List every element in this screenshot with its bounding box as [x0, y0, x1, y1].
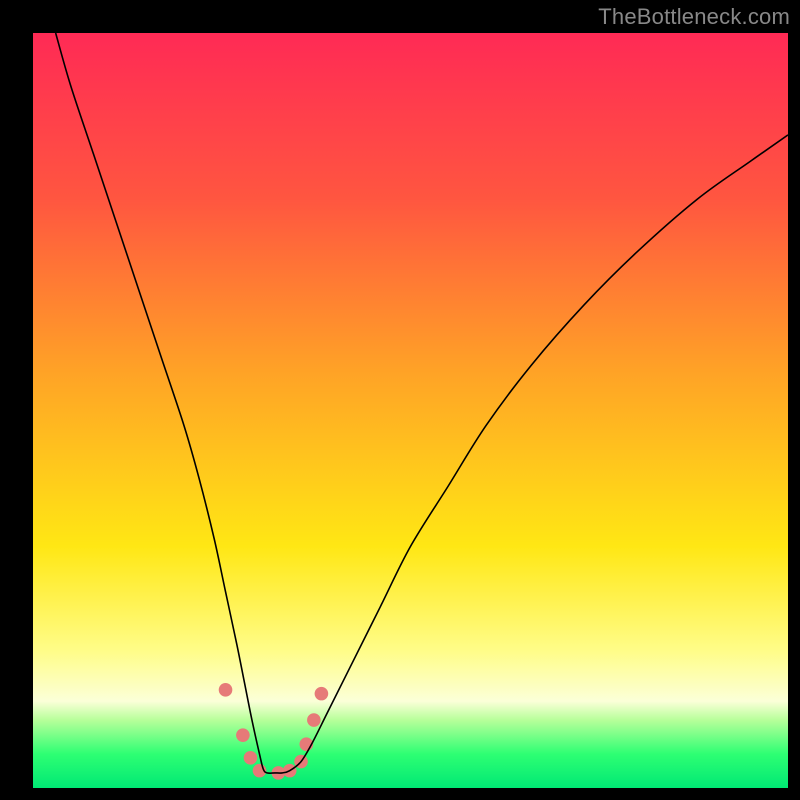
- chart-frame: TheBottleneck.com: [0, 0, 800, 800]
- curve-marker: [307, 713, 321, 727]
- curve-marker: [315, 687, 329, 701]
- curve-marker: [219, 683, 233, 697]
- plot-background: [33, 33, 788, 788]
- curve-marker: [236, 728, 250, 742]
- bottleneck-chart: [33, 33, 788, 788]
- curve-marker: [244, 751, 258, 765]
- watermark-text: TheBottleneck.com: [598, 4, 790, 30]
